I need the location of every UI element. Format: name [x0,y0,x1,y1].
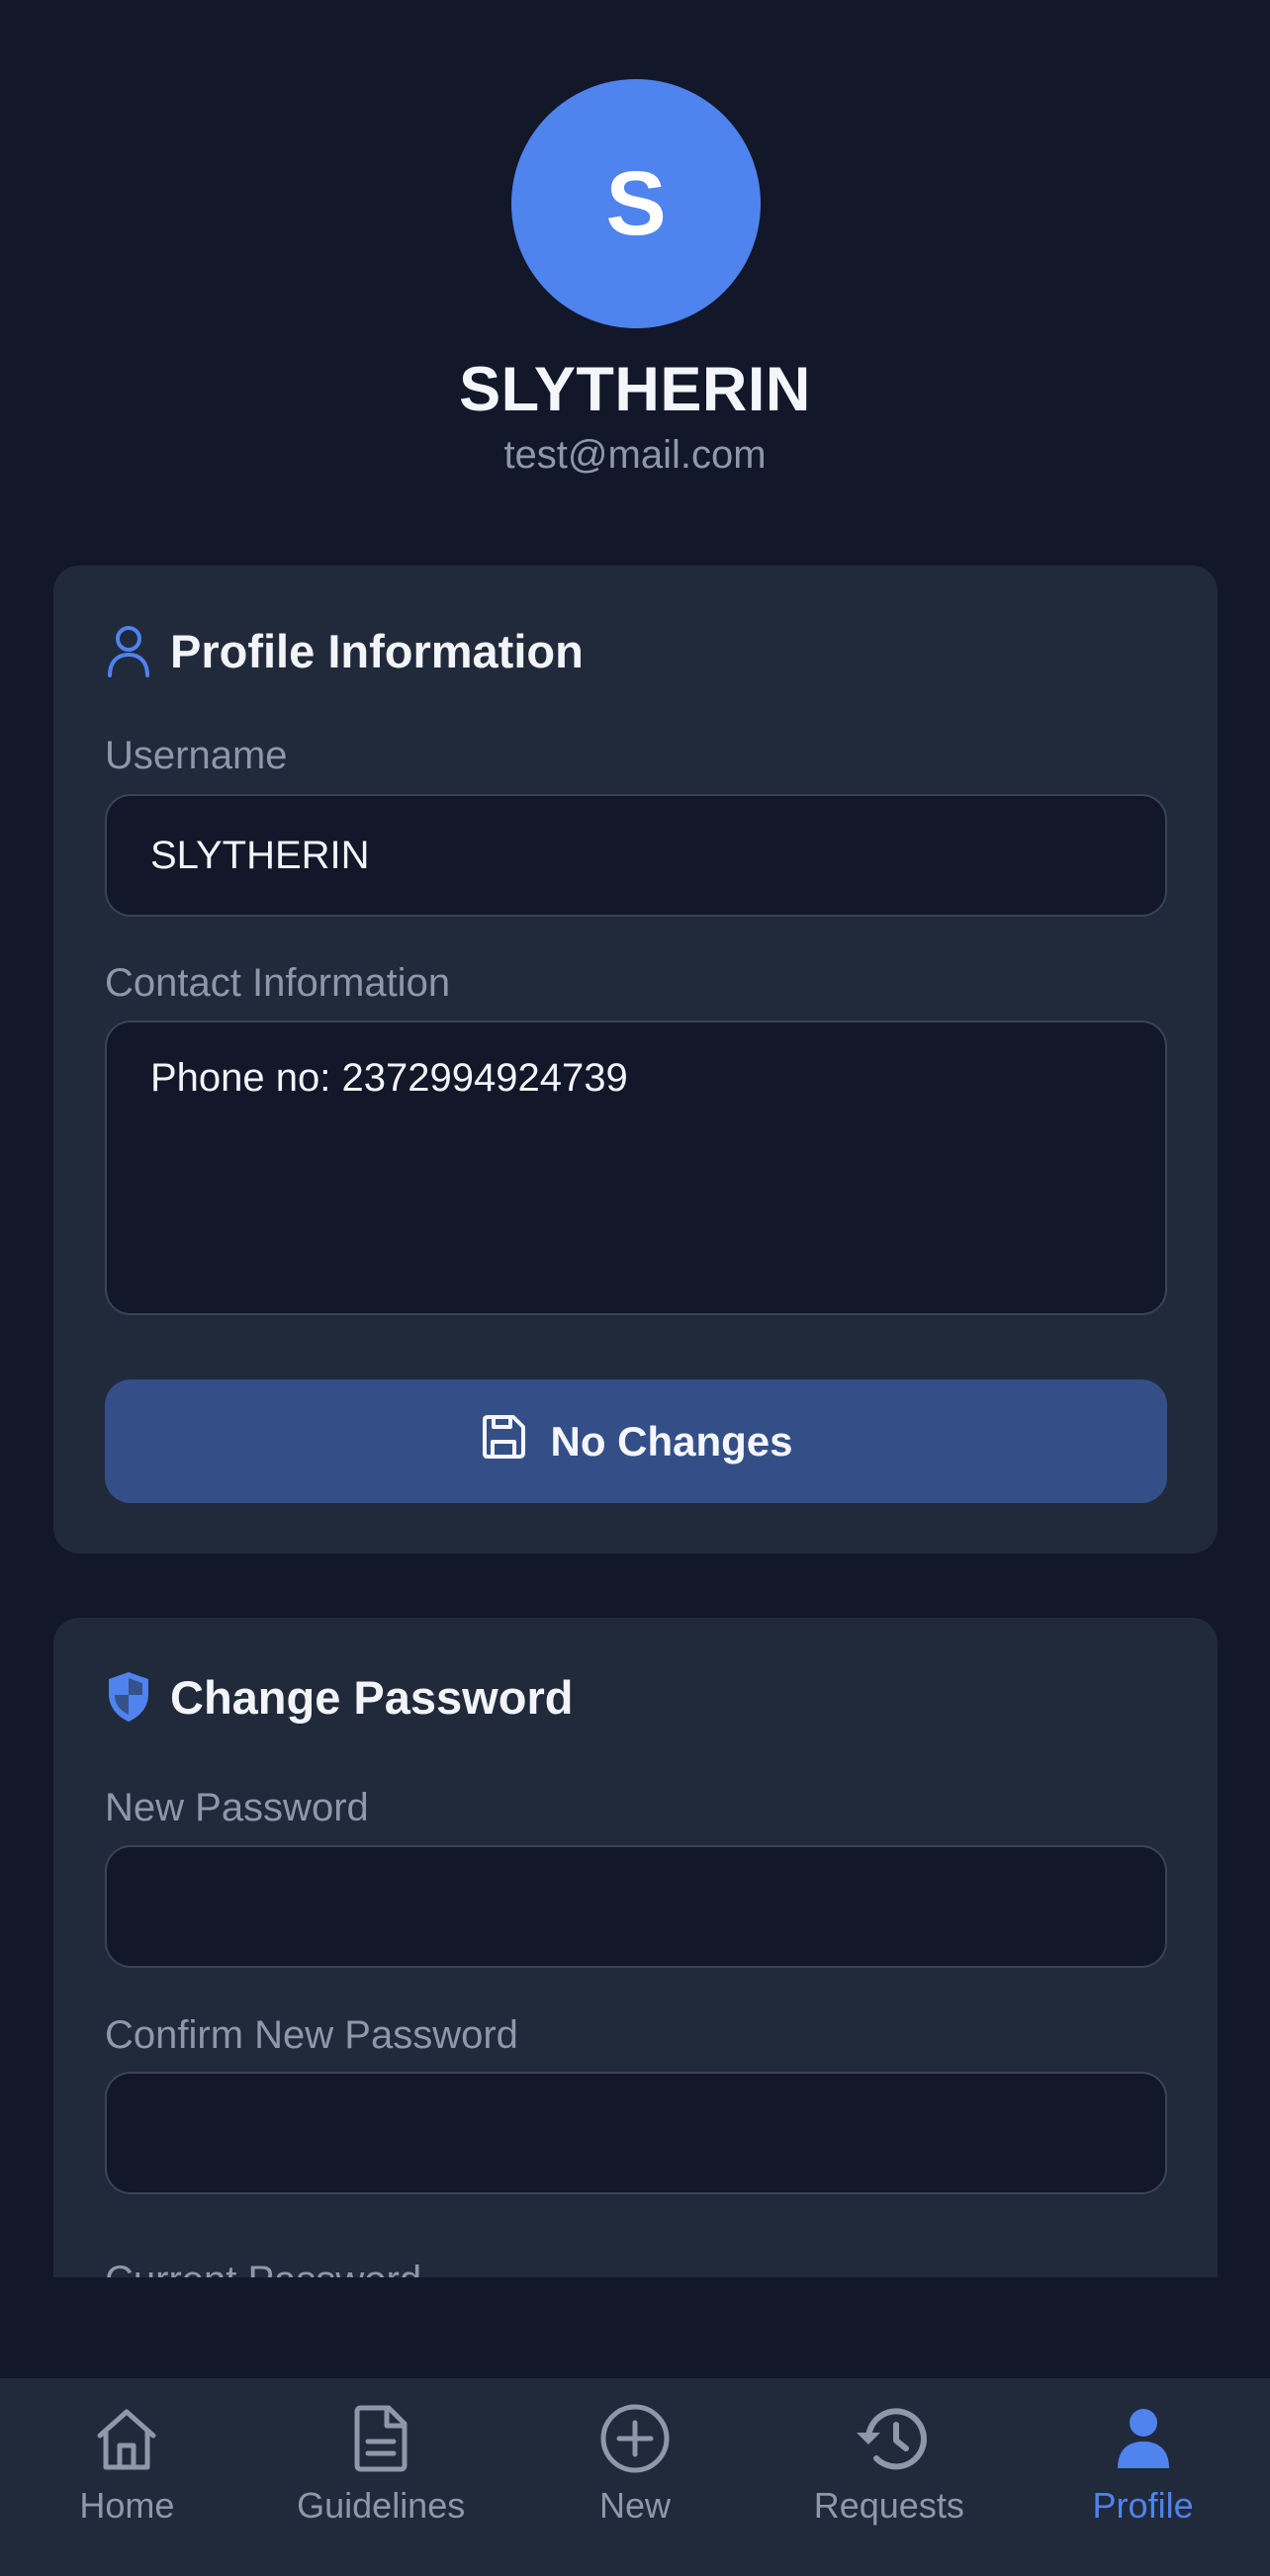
user-icon [1105,2400,1182,2477]
nav-item-guidelines[interactable]: Guidelines [254,2400,507,2527]
user-email: test@mail.com [503,433,767,477]
nav-label-guidelines: Guidelines [297,2485,466,2526]
nav-item-profile[interactable]: Profile [1017,2400,1270,2527]
nav-label-profile: Profile [1092,2485,1194,2526]
home-icon [88,2400,165,2477]
confirm-password-field[interactable] [105,2072,1167,2194]
shield-icon [105,1669,152,1725]
user-name: SLYTHERIN [459,355,811,424]
profile-information-card: Profile Information Username Contact Inf… [53,566,1218,1554]
username-label: Username [105,734,288,777]
save-button-label: No Changes [550,1417,793,1465]
nav-label-new: New [598,2485,671,2526]
contact-information-field[interactable]: Phone no: 2372994924739 [105,1021,1167,1315]
change-password-title: Change Password [170,1670,574,1724]
save-icon [479,1412,528,1471]
new-password-label: New Password [105,1786,369,1829]
scroll-area-bottom-edge [0,2277,1270,2378]
profile-information-header: Profile Information [105,623,584,678]
new-password-field[interactable] [105,1845,1167,1968]
nav-label-requests: Requests [813,2485,964,2526]
change-password-header: Change Password [105,1669,573,1725]
history-icon [851,2400,928,2477]
username-field[interactable] [105,794,1167,917]
confirm-password-label: Confirm New Password [105,2013,518,2057]
save-button[interactable]: No Changes [105,1379,1167,1503]
avatar: S [511,79,761,328]
profile-information-title: Profile Information [170,624,584,677]
document-icon [342,2400,419,2477]
nav-item-home[interactable]: Home [0,2400,253,2527]
bottom-navigation: Home Guidelines New Requests Profile [0,2378,1270,2576]
nav-label-home: Home [79,2485,175,2526]
nav-item-requests[interactable]: Requests [763,2400,1016,2527]
profile-screen: S SLYTHERIN test@mail.com Profile Inform… [0,0,1270,2576]
nav-item-new[interactable]: New [508,2400,762,2527]
user-outline-icon [105,623,152,678]
contact-information-label: Contact Information [105,961,451,1005]
plus-circle-icon [596,2400,674,2477]
avatar-initial: S [605,152,667,254]
